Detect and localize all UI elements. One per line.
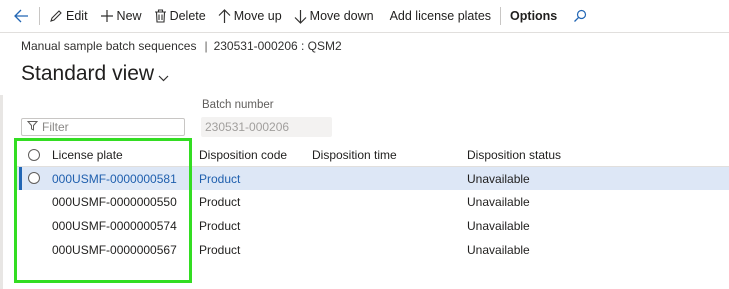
license-plate-cell: 000USMF-0000000567: [52, 243, 177, 257]
pencil-icon: [49, 9, 63, 23]
back-arrow-icon: [14, 9, 29, 23]
options-tab[interactable]: Options: [504, 0, 563, 32]
disposition-code-cell: Product: [199, 219, 241, 233]
table-row[interactable]: 000USMF-0000000574 Product Unavailable: [17, 214, 729, 237]
column-header-disposition-code[interactable]: Disposition code: [199, 148, 287, 162]
toolbar-divider: [500, 7, 502, 25]
license-plate-cell: 000USMF-0000000550: [52, 195, 177, 209]
move-up-button[interactable]: Move up: [212, 0, 288, 32]
disposition-code-cell: Product: [199, 243, 241, 257]
batch-number-label: Batch number: [202, 99, 274, 111]
arrow-down-icon: [294, 9, 307, 24]
add-license-plates-button[interactable]: Add license plates: [380, 0, 497, 32]
add-license-plates-label: Add license plates: [389, 9, 492, 23]
table-row[interactable]: 000USMF-0000000567 Product Unavailable: [17, 238, 729, 261]
breadcrumb-record: 230531-000206 : QSM2: [213, 39, 342, 53]
disposition-status-cell: Unavailable: [467, 195, 530, 209]
disposition-status-cell: Unavailable: [467, 172, 530, 186]
delete-label: Delete: [169, 9, 206, 23]
disposition-code-cell: Product: [199, 195, 241, 209]
breadcrumb-page: Manual sample batch sequences: [21, 39, 197, 53]
trash-icon: [154, 9, 167, 23]
new-label: New: [116, 9, 142, 23]
edit-label: Edit: [66, 9, 88, 23]
grid-header: License plate Disposition code Dispositi…: [17, 144, 729, 167]
column-header-disposition-status[interactable]: Disposition status: [467, 148, 561, 162]
arrow-up-icon: [218, 8, 231, 24]
new-button[interactable]: New: [94, 0, 148, 32]
select-all-radio[interactable]: [28, 149, 40, 161]
column-header-license-plate[interactable]: License plate: [52, 148, 123, 162]
column-header-disposition-time[interactable]: Disposition time: [312, 148, 397, 162]
search-icon: [573, 9, 587, 23]
license-plate-link[interactable]: 000USMF-0000000581: [52, 172, 177, 186]
breadcrumb-separator: |: [204, 39, 208, 53]
edit-button[interactable]: Edit: [43, 0, 94, 32]
selected-row-marker: [19, 167, 22, 190]
left-edge-divider: [0, 95, 3, 289]
row-select-radio[interactable]: [28, 172, 40, 184]
table-row[interactable]: 000USMF-0000000550 Product Unavailable: [17, 190, 729, 213]
move-up-label: Move up: [233, 9, 282, 23]
filter-input[interactable]: [42, 120, 172, 134]
delete-button[interactable]: Delete: [148, 0, 212, 32]
disposition-code-cell: Product: [199, 172, 241, 186]
chevron-down-icon: [158, 64, 169, 88]
license-plate-cell: 000USMF-0000000574: [52, 219, 177, 233]
breadcrumb: Manual sample batch sequences | 230531-000…: [21, 39, 342, 53]
move-down-button[interactable]: Move down: [288, 0, 380, 32]
move-down-label: Move down: [309, 9, 374, 23]
page-title: Standard view: [21, 62, 155, 85]
filter-box[interactable]: [21, 118, 185, 136]
disposition-status-cell: Unavailable: [467, 243, 530, 257]
view-selector[interactable]: Standard view: [21, 60, 169, 88]
disposition-status-cell: Unavailable: [467, 219, 530, 233]
filter-icon: [26, 120, 39, 134]
plus-icon: [100, 9, 114, 23]
batch-number-field: 230531-000206: [201, 117, 332, 137]
search-button[interactable]: [563, 0, 593, 32]
back-button[interactable]: [0, 0, 36, 32]
toolbar-divider: [39, 7, 40, 25]
action-pane: Edit New Delete Move up Move down Add li…: [0, 0, 729, 33]
options-label: Options: [510, 9, 558, 23]
table-row[interactable]: 000USMF-0000000581 Product Unavailable: [17, 167, 729, 190]
